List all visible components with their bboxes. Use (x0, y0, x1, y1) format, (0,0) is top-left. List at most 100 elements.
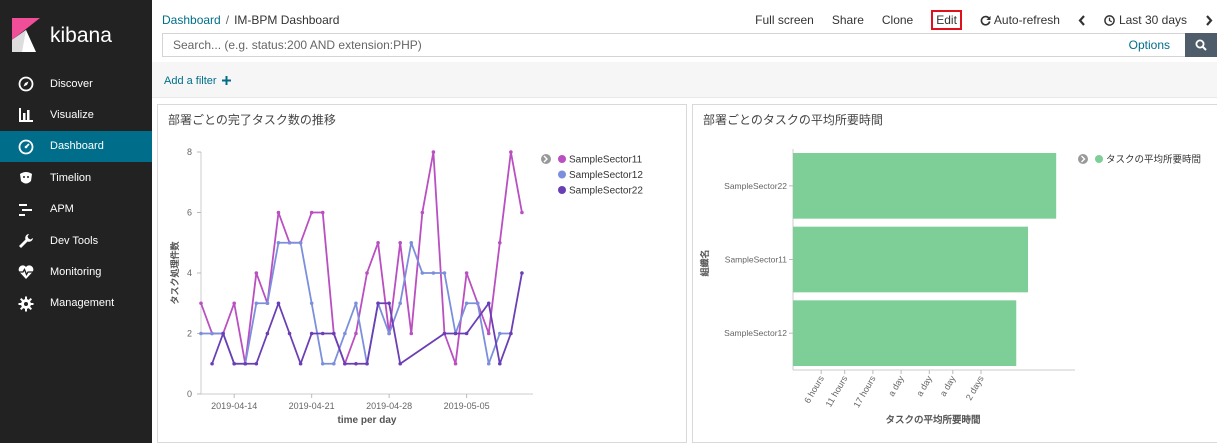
bar-chart-icon (19, 108, 33, 123)
top-nav-bar: Dashboard / IM-BPM Dashboard Full screen S… (152, 0, 1217, 32)
data-point (243, 361, 248, 366)
bar-chart-panel: 部署ごとのタスクの平均所要時間 SampleSector22 SampleSect… (692, 104, 1217, 443)
data-point (387, 331, 391, 336)
data-point (387, 301, 391, 306)
time-next-button[interactable] (1205, 14, 1213, 26)
data-point (398, 361, 402, 366)
sidebar-item-apm[interactable]: APM (0, 194, 152, 225)
data-point (276, 240, 281, 245)
data-point (398, 301, 402, 306)
data-point (343, 331, 347, 336)
breadcrumb-dashboard-link[interactable]: Dashboard (162, 13, 221, 27)
plus-icon (221, 76, 231, 85)
data-point (520, 210, 524, 215)
data-point (298, 240, 303, 245)
line-chart-panel: 部署ごとの完了タスク数の推移 0 2 4 6 8 2019-04-14 2019-04-21… (157, 104, 687, 443)
x-tick-label: 17 hours (851, 374, 877, 410)
auto-refresh-button[interactable]: Auto-refresh (980, 13, 1060, 27)
data-point (287, 331, 292, 336)
kibana-app: kibana Discover Visualize Dashboard Time… (0, 0, 1217, 443)
sidebar-item-monitoring[interactable]: Monitoring (0, 256, 152, 287)
sidebar-item-label: Monitoring (50, 266, 102, 279)
y-tick-label: 4 (187, 268, 192, 278)
sidebar-item-label: Discover (50, 77, 93, 90)
data-point (365, 361, 369, 366)
data-point (199, 301, 203, 306)
data-point (210, 331, 214, 336)
x-tick-label: a day (914, 374, 934, 398)
data-point (509, 331, 513, 336)
compass-icon (18, 76, 34, 92)
y-tick-label: SampleSector22 (724, 181, 787, 191)
x-tick-label: 6 hours (802, 374, 826, 405)
data-point (320, 210, 325, 215)
sidebar-item-timelion[interactable]: Timelion (0, 162, 152, 193)
wrench-icon (19, 233, 33, 248)
data-point (320, 361, 325, 366)
data-point (332, 331, 336, 336)
share-button[interactable]: Share (832, 13, 864, 27)
kibana-logo[interactable]: kibana (0, 0, 152, 60)
sidebar-item-label: Timelion (50, 171, 92, 184)
data-point (442, 271, 447, 275)
data-point (464, 331, 469, 336)
data-point (409, 240, 414, 245)
x-tick-label: 2019-04-21 (289, 401, 335, 411)
data-point (232, 361, 236, 366)
legend-toggle-icon (541, 154, 551, 164)
clone-button[interactable]: Clone (882, 13, 913, 27)
y-tick-label: SampleSector12 (724, 328, 787, 338)
sidebar-item-label: Dev Tools (50, 234, 99, 247)
y-axis-title: タスク処理件数 (169, 241, 181, 305)
data-point (265, 301, 270, 306)
data-point (287, 240, 292, 245)
sidebar-item-discover[interactable]: Discover (0, 68, 152, 99)
data-point (199, 331, 203, 336)
search-button[interactable] (1185, 33, 1217, 57)
sidebar-item-management[interactable]: Management (0, 288, 152, 319)
search-icon (1195, 39, 1207, 51)
data-point (276, 210, 281, 215)
add-filter-button[interactable]: Add a filter (164, 75, 231, 87)
full-screen-button[interactable]: Full screen (755, 13, 814, 27)
data-point (254, 271, 259, 275)
sidebar-item-visualize[interactable]: Visualize (0, 99, 152, 130)
series-line (211, 272, 523, 365)
x-tick-label: a day (886, 374, 906, 398)
bar (793, 226, 1028, 293)
y-tick-label: SampleSector11 (725, 255, 787, 265)
data-point (298, 361, 303, 366)
data-point (486, 361, 491, 366)
refresh-icon (980, 15, 991, 26)
search-options-link[interactable]: Options (1129, 38, 1170, 52)
add-filter-label: Add a filter (164, 75, 217, 87)
sidebar-item-dev-tools[interactable]: Dev Tools (0, 225, 152, 256)
time-range-label: Last 30 days (1118, 13, 1187, 27)
x-axis-title: タスクの平均所要時間 (885, 414, 980, 426)
sidebar-item-label: APM (50, 203, 74, 216)
data-point (453, 331, 458, 336)
line-chart: 0 2 4 6 8 2019-04-14 2019-04-21 2019-04-28 2019-… (169, 147, 643, 426)
data-point (420, 271, 425, 275)
y-tick-label: 0 (187, 389, 192, 399)
legend-label: SampleSector11 (569, 155, 643, 166)
legend-label: タスクの平均所要時間 (1106, 154, 1201, 166)
time-previous-button[interactable] (1078, 14, 1086, 26)
time-picker-button[interactable]: Last 30 days (1104, 13, 1187, 27)
x-tick-label: 2019-04-14 (211, 401, 257, 411)
y-tick-label: 6 (187, 208, 192, 218)
y-tick-label: 2 (187, 329, 192, 339)
breadcrumb-current: IM-BPM Dashboard (234, 13, 340, 27)
edit-button[interactable]: Edit (931, 10, 962, 30)
bar (793, 300, 1017, 366)
x-tick-label: 11 hours (824, 374, 850, 409)
heartbeat-icon (18, 265, 34, 280)
x-tick-label: 2 days (964, 374, 986, 402)
data-point (464, 301, 469, 306)
legend-toggle-icon (1078, 154, 1088, 164)
sidebar-item-dashboard[interactable]: Dashboard (0, 130, 152, 163)
y-tick-label: 8 (187, 147, 192, 157)
data-point (365, 271, 369, 275)
sidebar: kibana Discover Visualize Dashboard Time… (0, 0, 152, 443)
search-input[interactable] (162, 33, 1185, 57)
